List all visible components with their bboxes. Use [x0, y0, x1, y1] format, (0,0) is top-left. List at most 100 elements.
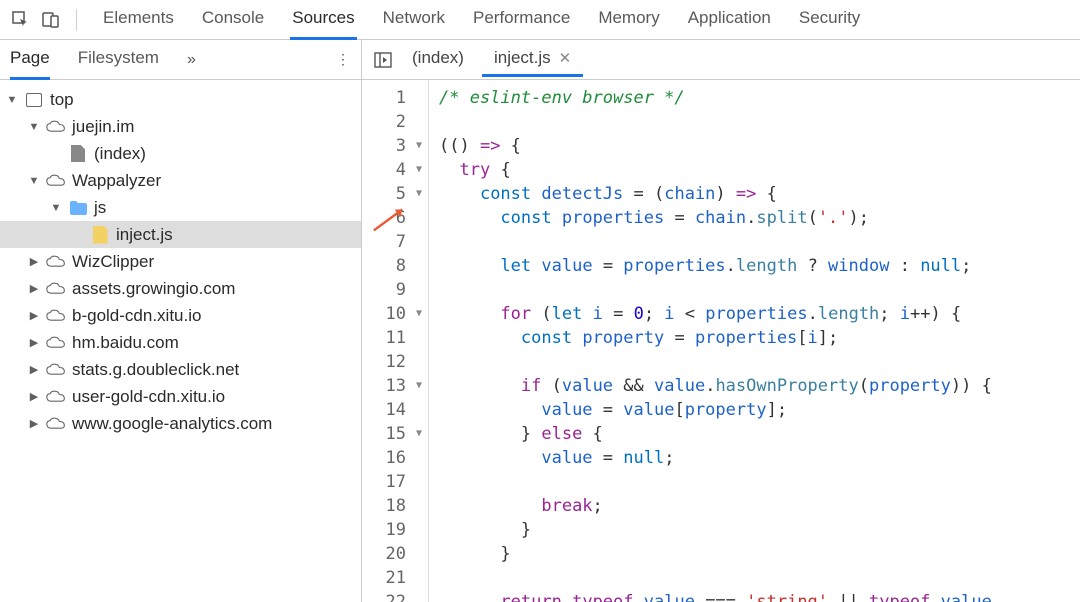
tree-wappalyzer[interactable]: ▼Wappalyzer	[0, 167, 361, 194]
code-line[interactable]	[439, 110, 1080, 134]
disclosure-triangle-icon[interactable]: ▼	[6, 94, 18, 106]
code-line[interactable]	[439, 350, 1080, 374]
tab-application[interactable]: Application	[686, 0, 773, 40]
tree-label: assets.growingio.com	[72, 279, 235, 299]
nav-kebab-icon[interactable]: ⋮	[336, 51, 351, 68]
gutter-line[interactable]: 11	[362, 326, 424, 350]
tree-wizclipper[interactable]: ▶WizClipper	[0, 248, 361, 275]
device-toolbar-icon[interactable]	[38, 7, 64, 33]
fold-icon[interactable]: ▼	[414, 422, 424, 446]
code-line[interactable]: if (value && value.hasOwnProperty(proper…	[439, 374, 1080, 398]
code-content[interactable]: /* eslint-env browser */ (() => { try { …	[428, 80, 1080, 602]
gutter-line[interactable]: 1	[362, 86, 424, 110]
gutter-line[interactable]: 22	[362, 590, 424, 602]
code-line[interactable]: const property = properties[i];	[439, 326, 1080, 350]
disclosure-triangle-icon[interactable]: ▶	[28, 336, 40, 349]
editor-tab-index[interactable]: (index)	[400, 42, 476, 77]
code-line[interactable]: for (let i = 0; i < properties.length; i…	[439, 302, 1080, 326]
tree-doubleclick[interactable]: ▶stats.g.doubleclick.net	[0, 356, 361, 383]
gutter-line[interactable]: 4▼	[362, 158, 424, 182]
disclosure-triangle-icon[interactable]: ▼	[28, 175, 40, 187]
tree-inject-js[interactable]: inject.js	[0, 221, 361, 248]
code-line[interactable]: value = value[property];	[439, 398, 1080, 422]
disclosure-triangle-icon[interactable]: ▶	[28, 309, 40, 322]
tab-memory[interactable]: Memory	[596, 0, 661, 40]
gutter-line[interactable]: 18	[362, 494, 424, 518]
tree-index[interactable]: (index)	[0, 140, 361, 167]
code-line[interactable]: }	[439, 518, 1080, 542]
code-line[interactable]: /* eslint-env browser */	[439, 86, 1080, 110]
gutter-line[interactable]: 9	[362, 278, 424, 302]
nav-tab-filesystem[interactable]: Filesystem	[78, 40, 159, 80]
nav-tab-more[interactable]: »	[187, 51, 196, 69]
sources-navigator: Page Filesystem » ⋮ ▼top▼juejin.im(index…	[0, 40, 362, 602]
code-line[interactable]	[439, 470, 1080, 494]
code-line[interactable]: let value = properties.length ? window :…	[439, 254, 1080, 278]
tree-bgold[interactable]: ▶b-gold-cdn.xitu.io	[0, 302, 361, 329]
devtools-tabs: Elements Console Sources Network Perform…	[101, 0, 862, 40]
tree-growingio[interactable]: ▶ assets.growingio.com	[0, 275, 361, 302]
gutter-line[interactable]: 5▼	[362, 182, 424, 206]
tree-juejin[interactable]: ▼juejin.im	[0, 113, 361, 140]
line-gutter[interactable]: 123▼4▼5▼678910▼111213▼1415▼1617181920212…	[362, 80, 428, 602]
gutter-line[interactable]: 6	[362, 206, 424, 230]
code-line[interactable]: }	[439, 542, 1080, 566]
disclosure-triangle-icon[interactable]: ▶	[28, 417, 40, 430]
tab-console[interactable]: Console	[200, 0, 266, 40]
code-line[interactable]	[439, 566, 1080, 590]
tab-elements[interactable]: Elements	[101, 0, 176, 40]
tree-hmbaidu[interactable]: ▶hm.baidu.com	[0, 329, 361, 356]
editor-tab-index-label: (index)	[412, 48, 464, 68]
code-line[interactable]: const detectJs = (chain) => {	[439, 182, 1080, 206]
devtools-toolbar: Elements Console Sources Network Perform…	[0, 0, 1080, 40]
disclosure-triangle-icon[interactable]: ▶	[28, 255, 40, 268]
fold-icon[interactable]: ▼	[414, 158, 424, 182]
disclosure-triangle-icon[interactable]: ▼	[50, 202, 62, 214]
gutter-line[interactable]: 10▼	[362, 302, 424, 326]
gutter-line[interactable]: 3▼	[362, 134, 424, 158]
code-line[interactable]: value = null;	[439, 446, 1080, 470]
tab-performance[interactable]: Performance	[471, 0, 572, 40]
inspect-element-icon[interactable]	[8, 7, 34, 33]
code-line[interactable]: const properties = chain.split('.');	[439, 206, 1080, 230]
nav-tab-page[interactable]: Page	[10, 40, 50, 80]
fold-icon[interactable]: ▼	[414, 182, 424, 206]
gutter-line[interactable]: 13▼	[362, 374, 424, 398]
tree-js-folder[interactable]: ▼js	[0, 194, 361, 221]
fold-icon[interactable]: ▼	[414, 134, 424, 158]
tab-security[interactable]: Security	[797, 0, 862, 40]
gutter-line[interactable]: 12	[362, 350, 424, 374]
code-line[interactable]	[439, 278, 1080, 302]
gutter-line[interactable]: 20	[362, 542, 424, 566]
gutter-line[interactable]: 17	[362, 470, 424, 494]
fold-icon[interactable]: ▼	[414, 302, 424, 326]
code-line[interactable]: return typeof value === 'string' || type…	[439, 590, 1080, 602]
gutter-line[interactable]: 14	[362, 398, 424, 422]
disclosure-triangle-icon[interactable]: ▶	[28, 282, 40, 295]
disclosure-triangle-icon[interactable]: ▶	[28, 363, 40, 376]
code-line[interactable]: try {	[439, 158, 1080, 182]
toggle-navigator-icon[interactable]	[372, 49, 394, 71]
tab-network[interactable]: Network	[381, 0, 447, 40]
gutter-line[interactable]: 21	[362, 566, 424, 590]
editor-tab-inject[interactable]: inject.js ✕	[482, 42, 583, 77]
close-icon[interactable]: ✕	[559, 49, 572, 67]
code-line[interactable]	[439, 230, 1080, 254]
gutter-line[interactable]: 16	[362, 446, 424, 470]
gutter-line[interactable]: 8	[362, 254, 424, 278]
disclosure-triangle-icon[interactable]: ▶	[28, 390, 40, 403]
gutter-line[interactable]: 19	[362, 518, 424, 542]
tree-ga[interactable]: ▶www.google-analytics.com	[0, 410, 361, 437]
code-line[interactable]: break;	[439, 494, 1080, 518]
gutter-line[interactable]: 7	[362, 230, 424, 254]
tab-sources[interactable]: Sources	[290, 0, 356, 40]
tree-top[interactable]: ▼top	[0, 86, 361, 113]
code-line[interactable]: (() => {	[439, 134, 1080, 158]
fold-icon[interactable]: ▼	[414, 374, 424, 398]
tree-usergold[interactable]: ▶user-gold-cdn.xitu.io	[0, 383, 361, 410]
gutter-line[interactable]: 15▼	[362, 422, 424, 446]
disclosure-triangle-icon[interactable]: ▼	[28, 121, 40, 133]
cloud-icon	[46, 306, 66, 326]
gutter-line[interactable]: 2	[362, 110, 424, 134]
code-line[interactable]: } else {	[439, 422, 1080, 446]
